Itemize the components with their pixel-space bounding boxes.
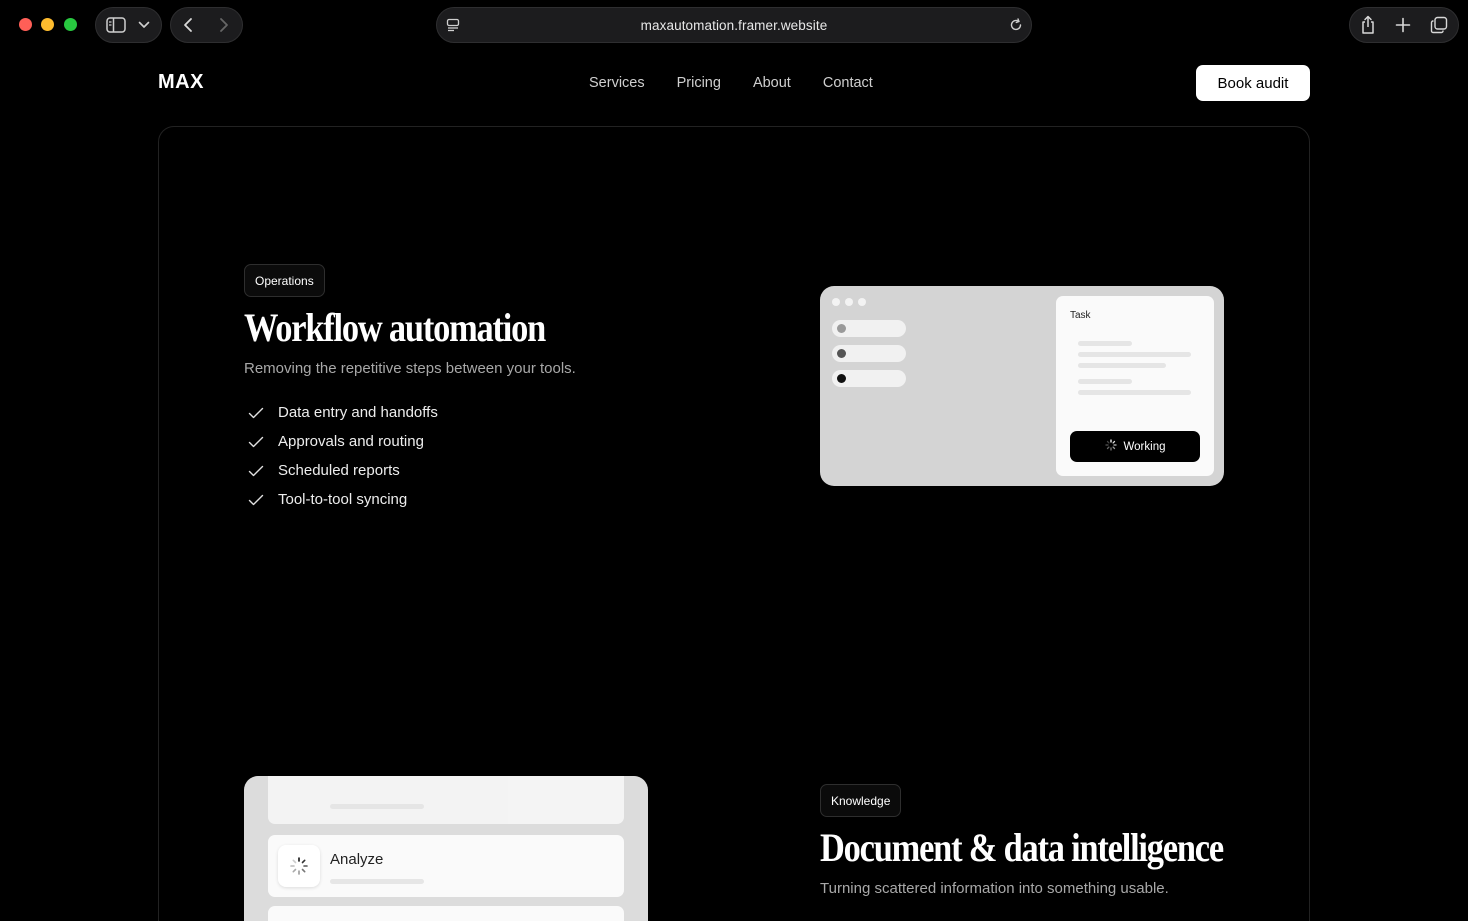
feature-item: Approvals and routing <box>245 427 438 456</box>
address-bar[interactable]: maxautomation.framer.website <box>436 7 1032 43</box>
check-icon <box>245 460 267 482</box>
sidebar-icon <box>106 17 126 33</box>
analyze-step: Analyze <box>268 835 624 897</box>
feature-label: Approvals and routing <box>278 433 424 450</box>
spinner-icon <box>278 845 320 887</box>
placeholder-line <box>330 804 424 809</box>
step-title: Analyze <box>330 851 384 868</box>
url-text: maxautomation.framer.website <box>640 17 828 33</box>
placeholder-line <box>1078 363 1166 368</box>
close-window-button[interactable] <box>19 18 32 31</box>
maximize-window-button[interactable] <box>64 18 77 31</box>
list-item <box>832 370 906 387</box>
feature-label: Data entry and handoffs <box>278 404 438 421</box>
feature-item: Scheduled reports <box>245 456 438 485</box>
working-status-button: Working <box>1070 431 1200 462</box>
nav-about[interactable]: About <box>753 75 791 91</box>
tab-overview-icon[interactable] <box>1430 16 1448 34</box>
placeholder-line <box>330 879 424 884</box>
workflow-heading: Workflow automation <box>244 305 546 350</box>
nav-pricing[interactable]: Pricing <box>677 75 721 91</box>
knowledge-badge: Knowledge <box>820 784 902 817</box>
document-illustration: Analyze <box>244 776 648 921</box>
forward-icon[interactable] <box>218 17 230 33</box>
next-step <box>268 906 624 921</box>
chevron-down-icon[interactable] <box>138 21 150 29</box>
new-tab-icon[interactable] <box>1395 17 1411 33</box>
page-menu-icon[interactable] <box>446 18 460 32</box>
operations-badge: Operations <box>244 264 325 297</box>
window-dots <box>832 298 866 306</box>
document-heading: Document & data intelligence <box>820 825 1224 870</box>
working-label: Working <box>1123 440 1166 453</box>
placeholder-line <box>1078 352 1191 357</box>
back-icon[interactable] <box>182 17 194 33</box>
feature-label: Scheduled reports <box>278 462 400 479</box>
check-icon <box>245 489 267 511</box>
nav-services[interactable]: Services <box>589 75 645 91</box>
document-subtitle: Turning scattered information into somet… <box>820 880 1169 897</box>
workflow-illustration: Task Working <box>820 286 1224 486</box>
feature-item: Tool-to-tool syncing <box>245 485 438 514</box>
book-audit-button[interactable]: Book audit <box>1196 65 1310 101</box>
feature-item: Data entry and handoffs <box>245 398 438 427</box>
workflow-subtitle: Removing the repetitive steps between yo… <box>244 360 576 377</box>
check-icon <box>245 402 267 424</box>
task-label: Task <box>1070 310 1091 321</box>
reload-icon[interactable] <box>1009 18 1023 32</box>
nav-contact[interactable]: Contact <box>823 75 873 91</box>
workflow-feature-list: Data entry and handoffs Approvals and ro… <box>245 398 438 514</box>
feature-label: Tool-to-tool syncing <box>278 491 408 508</box>
placeholder-line <box>1078 390 1191 395</box>
previous-step <box>268 776 624 824</box>
toolbar-actions <box>1349 7 1459 43</box>
task-panel: Task Working <box>1056 296 1214 476</box>
main-nav: Services Pricing About Contact <box>589 75 873 91</box>
sidebar-toggle[interactable] <box>95 7 162 43</box>
site-logo[interactable]: MAX <box>158 71 204 94</box>
spinner-icon <box>1104 439 1117 454</box>
history-navigation <box>170 7 243 43</box>
share-icon[interactable] <box>1360 15 1376 35</box>
placeholder-line <box>1078 379 1132 384</box>
minimize-window-button[interactable] <box>41 18 54 31</box>
placeholder-line <box>1078 341 1132 346</box>
browser-toolbar: maxautomation.framer.website <box>0 0 1468 50</box>
list-item <box>832 320 906 337</box>
list-item <box>832 345 906 362</box>
check-icon <box>245 431 267 453</box>
